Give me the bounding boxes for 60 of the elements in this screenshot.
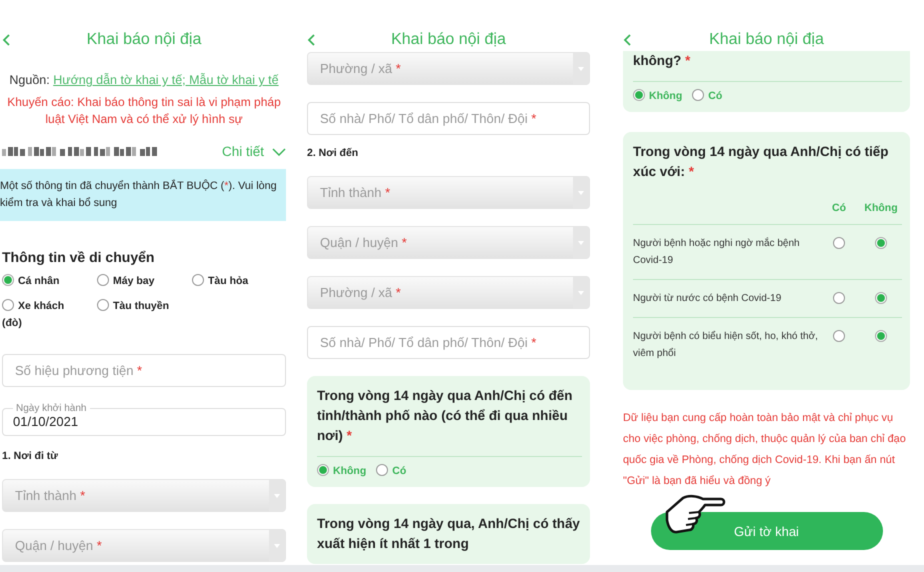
question-text: Trong vòng 14 ngày qua Anh/Chị có tiếp xúc với: *: [633, 143, 890, 181]
question-text: Trong vòng 14 ngày qua Anh/Chị có đến tỉnh/thành phố nào (có thể đi qua nhiều nơi) *: [317, 387, 574, 445]
row-label: Người bệnh hoặc nghi ngờ mắc bệnh Covid-19: [633, 236, 801, 268]
radio-option[interactable]: Máy bay: [97, 273, 169, 290]
page-title: Khai báo nội địa: [391, 31, 506, 49]
radio-button[interactable]: [376, 464, 388, 476]
radio-button[interactable]: [97, 299, 109, 311]
radio-button[interactable]: [833, 237, 845, 249]
dropdown[interactable]: Tỉnh thành *: [2, 479, 286, 512]
back-icon[interactable]: [623, 34, 631, 46]
radio-button[interactable]: [633, 89, 645, 101]
page-title: Khai báo nội địa: [86, 31, 202, 49]
column-header: Có: [831, 202, 847, 214]
radio-button[interactable]: [875, 330, 887, 342]
dropdown[interactable]: Tỉnh thành *: [307, 176, 590, 209]
radio-option[interactable]: Có: [692, 89, 722, 102]
dropdown[interactable]: Quận / huyện *: [307, 226, 590, 259]
radio-option[interactable]: Tàu thuyền: [97, 298, 169, 332]
dropdown[interactable]: Phường / xã *: [307, 52, 590, 85]
radio-button[interactable]: [833, 292, 845, 304]
radio-button[interactable]: [2, 274, 14, 286]
notice-banner: Một số thông tin đã chuyển thành BẮT BUỘC (*). Vui lòng kiểm tra và khai bổ sung: [0, 169, 286, 221]
chevron-down-icon: [272, 148, 286, 156]
input-field[interactable]: Số hiệu phương tiện *: [2, 354, 286, 387]
radio-option[interactable]: Cá nhân: [2, 273, 74, 290]
back-icon[interactable]: [2, 34, 10, 46]
radio-button[interactable]: [833, 330, 845, 342]
source-line: Nguồn: Hướng dẫn tờ khai y tế; Mẫu tờ khai y tế: [9, 73, 279, 87]
dropdown[interactable]: Quận / huyện *: [2, 529, 286, 562]
row-label: Người bệnh có biểu hiện sốt, ho, khó thở, viêm phổi: [633, 330, 818, 361]
subheading: 1. Nơi đi từ: [2, 450, 59, 462]
radio-button[interactable]: [317, 464, 329, 476]
warning-text: Khuyến cáo: Khai báo thông tin sai là vi phạm pháp luật Việt Nam và có thể xử lý hình sự: [6, 94, 282, 128]
radio-option[interactable]: Không: [633, 89, 682, 102]
radio-button[interactable]: [875, 237, 887, 249]
guide-link[interactable]: Hướng dẫn tờ khai y tế; Mẫu tờ khai y tế: [53, 73, 279, 87]
radio-button[interactable]: [875, 292, 887, 304]
input-field[interactable]: Số nhà/ Phố/ Tổ dân phố/ Thôn/ Đội *: [307, 326, 590, 359]
column-header: Không: [863, 202, 899, 214]
date-field[interactable]: Ngày khởi hành 01/10/2021: [2, 403, 286, 436]
page-title: Khai báo nội địa: [709, 31, 824, 49]
radio-button[interactable]: [97, 274, 109, 286]
subheading: 2. Nơi đến: [307, 147, 360, 159]
question-text: Trong vòng 14 ngày qua, Anh/Chị có thấy xuất hiện ít nhất 1 trong: [317, 515, 581, 553]
section-heading: Thông tin về di chuyển: [2, 249, 156, 265]
submit-button[interactable]: Gửi tờ khai: [650, 512, 882, 550]
dropdown[interactable]: Phường / xã *: [307, 276, 590, 309]
radio-button[interactable]: [192, 274, 204, 286]
radio-button[interactable]: [692, 89, 704, 101]
question-text: không? *: [633, 52, 692, 70]
radio-button[interactable]: [2, 299, 14, 311]
details-toggle[interactable]: Chi tiết: [222, 144, 286, 159]
row-label: Người từ nước có bệnh Covid-19: [633, 292, 782, 306]
radio-option[interactable]: Không: [317, 464, 366, 477]
radio-option[interactable]: Tàu hỏa: [192, 273, 264, 290]
radio-option[interactable]: Có: [376, 464, 406, 477]
input-field[interactable]: Số nhà/ Phố/ Tổ dân phố/ Thôn/ Đội *: [307, 102, 590, 135]
disclaimer-text: Dữ liệu bạn cung cấp hoàn toàn bảo mật và chỉ phục vụ cho việc phòng, chống dịch, thuộc quản lý của ban chỉ đạo quốc gia về Phòng, chống dịch Covid-19. Khi bạn ấn nút "Gửi" là bạn đã hiểu và đồng ý: [623, 411, 907, 489]
back-icon[interactable]: [307, 34, 315, 46]
radio-option[interactable]: Xe khách (đò): [2, 298, 74, 332]
